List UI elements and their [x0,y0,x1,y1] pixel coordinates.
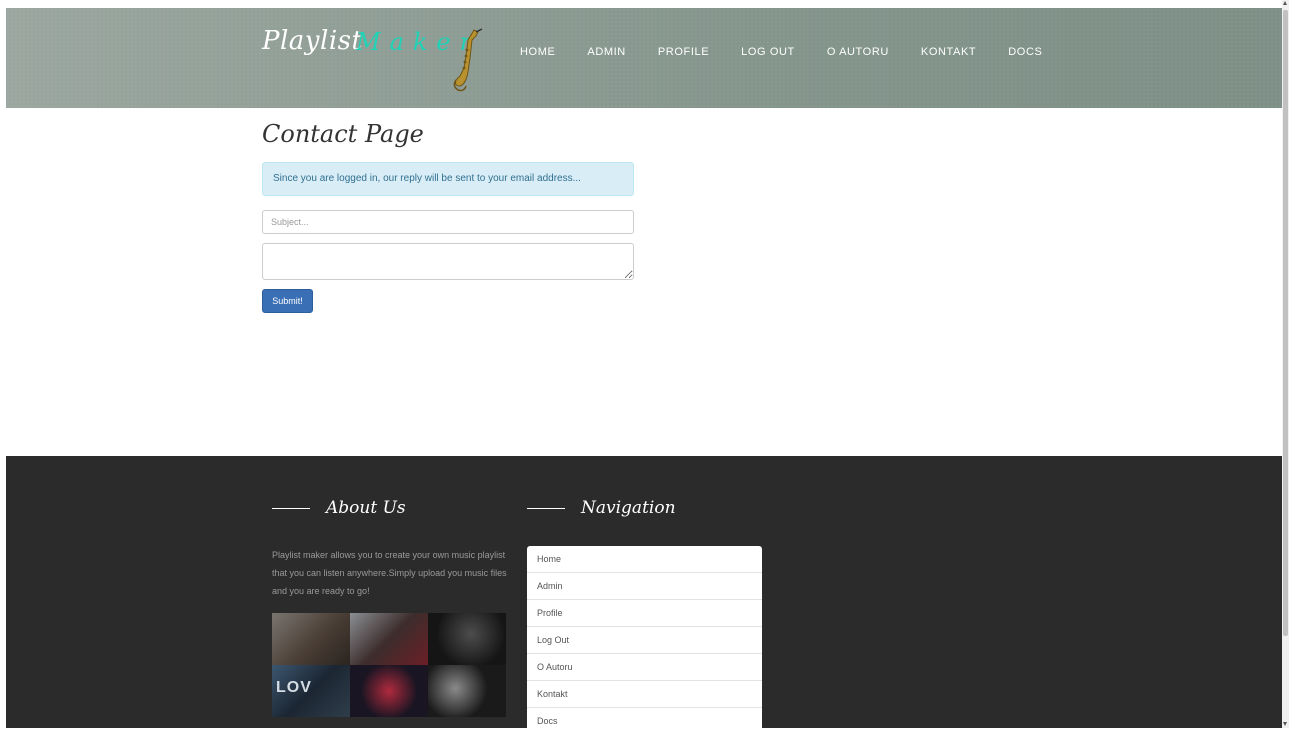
gallery-photo[interactable] [428,613,506,665]
heading-divider [272,507,310,509]
submit-button[interactable]: Submit! [262,289,313,313]
about-us-heading-text: About Us [326,498,406,518]
footer-nav-item-admin[interactable]: Admin [527,573,762,600]
page-title: Contact Page [262,120,424,148]
footer-nav-list: Home Admin Profile Log Out O Autoru Kont… [527,546,762,735]
footer-nav-item-log-out[interactable]: Log Out [527,627,762,654]
footer-nav-item-docs[interactable]: Docs [527,708,762,735]
nav-link-o-autoru[interactable]: O AUTORU [827,46,889,58]
navigation-heading: Navigation [527,498,676,518]
main-nav: HOME ADMIN PROFILE LOG OUT O AUTORU KONT… [520,46,1074,58]
site-header: Playlist Maker HOME ADMIN PROFILE LOG OU… [6,8,1282,108]
nav-link-docs[interactable]: DOCS [1008,46,1042,58]
about-text: Playlist maker allows you to create your… [272,550,507,596]
nav-link-admin[interactable]: ADMIN [587,46,625,58]
footer-nav-item-o-autoru[interactable]: O Autoru [527,654,762,681]
gallery-photo[interactable] [428,665,506,717]
nav-link-home[interactable]: HOME [520,46,555,58]
footer-nav-item-kontakt[interactable]: Kontakt [527,681,762,708]
vertical-scrollbar[interactable] [1282,0,1289,728]
gallery-photo[interactable] [350,613,428,665]
page: Playlist Maker HOME ADMIN PROFILE LOG OU… [0,0,1282,735]
gallery-photo[interactable] [350,665,428,717]
gallery-photo-overlay-text: LOV [276,679,312,696]
gallery-photo[interactable] [272,613,350,665]
subject-input[interactable] [262,210,634,234]
nav-link-kontakt[interactable]: KONTAKT [921,46,976,58]
info-alert: Since you are logged in, our reply will … [262,162,634,196]
logo-text-playlist: Playlist [262,26,363,56]
nav-link-log-out[interactable]: LOG OUT [741,46,795,58]
about-us-heading: About Us [272,498,406,518]
photo-gallery: LOV [272,613,506,717]
saxophone-icon [453,28,483,92]
message-textarea[interactable] [262,243,634,280]
scroll-up-arrow-icon[interactable] [1283,1,1287,5]
scrollbar-thumb[interactable] [1283,10,1288,636]
gallery-photo[interactable]: LOV [272,665,350,717]
nav-link-profile[interactable]: PROFILE [658,46,709,58]
footer-nav-item-home[interactable]: Home [527,546,762,573]
footer-nav-item-profile[interactable]: Profile [527,600,762,627]
navigation-heading-text: Navigation [581,498,676,518]
heading-divider [527,507,565,509]
site-footer: About Us Navigation Playlist maker allow… [6,456,1282,735]
scroll-down-arrow-icon[interactable] [1283,722,1287,726]
site-logo[interactable]: Playlist Maker [262,26,502,96]
